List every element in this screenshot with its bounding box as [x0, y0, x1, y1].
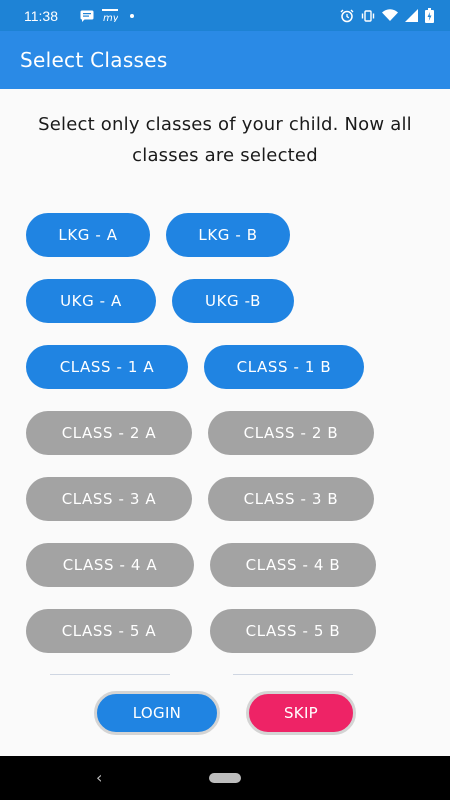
class-chip-class-4b[interactable]: CLASS - 4 B	[210, 543, 376, 587]
wifi-icon	[382, 9, 398, 22]
svg-text:my: my	[103, 13, 118, 22]
class-chip-class-1a[interactable]: CLASS - 1 A	[26, 345, 188, 389]
class-chip-ukg-b[interactable]: UKG -B	[172, 279, 294, 323]
class-chip-lkg-a[interactable]: LKG - A	[26, 213, 150, 257]
signal-icon	[405, 9, 418, 22]
class-chip-class-1b[interactable]: CLASS - 1 B	[204, 345, 364, 389]
dot-icon	[130, 13, 134, 18]
back-icon[interactable]: ‹	[96, 768, 102, 787]
class-chip-class-5a[interactable]: CLASS - 5 A	[26, 609, 192, 653]
instruction-text: Select only classes of your child. Now a…	[38, 114, 412, 166]
status-right	[340, 8, 434, 23]
skip-button[interactable]: SKIP	[246, 691, 356, 735]
class-chip-class-2b[interactable]: CLASS - 2 B	[208, 411, 374, 455]
vibrate-icon	[361, 9, 375, 23]
login-button[interactable]: LOGIN	[94, 691, 220, 735]
class-chip-class-5b[interactable]: CLASS - 5 B	[210, 609, 376, 653]
status-time: 11:38	[24, 7, 58, 24]
page-title: Select Classes	[20, 48, 168, 72]
class-chip-class-4a[interactable]: CLASS - 4 A	[26, 543, 194, 587]
class-chip-lkg-b[interactable]: LKG - B	[166, 213, 290, 257]
class-chip-class-3b[interactable]: CLASS - 3 B	[208, 477, 374, 521]
alarm-icon	[340, 9, 354, 23]
message-icon	[80, 10, 94, 22]
app-notification-icon: my	[102, 9, 118, 22]
class-chip-ukg-a[interactable]: UKG - A	[26, 279, 156, 323]
home-pill-icon[interactable]	[209, 773, 241, 783]
status-left: 11:38 my	[24, 8, 134, 24]
class-selection-content: Select only classes of your child. Now a…	[0, 89, 450, 756]
class-chip-class-3a[interactable]: CLASS - 3 A	[26, 477, 192, 521]
battery-icon	[425, 8, 434, 23]
app-bar: Select Classes	[0, 31, 450, 89]
system-nav-bar: ‹	[0, 756, 450, 800]
class-chip-class-2a[interactable]: CLASS - 2 A	[26, 411, 192, 455]
scroll-clipped-chip-edge	[50, 674, 170, 675]
scroll-clipped-chip-edge	[233, 674, 353, 675]
status-bar: 11:38 my	[0, 0, 450, 31]
